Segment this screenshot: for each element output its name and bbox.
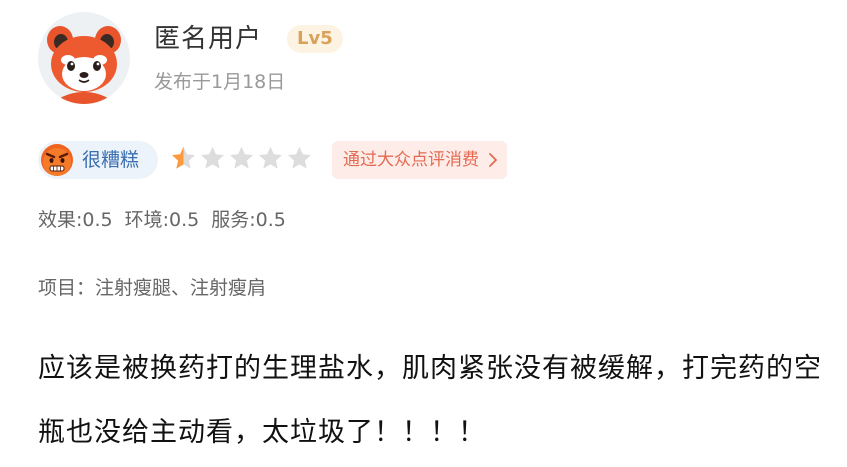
star-icon xyxy=(259,146,282,169)
star-icon xyxy=(230,146,253,169)
star-icon xyxy=(172,146,195,169)
review-text[interactable]: 应该是被换药打的生理盐水，肌肉紧张没有被缓解，打完药的空瓶也没给主动看，太垃圾了… xyxy=(38,337,838,465)
score-effect: 效果:0.5 xyxy=(38,209,113,231)
project-info: 项目：注射瘦腿、注射瘦肩 xyxy=(38,277,267,299)
username[interactable]: 匿名用户 xyxy=(154,21,262,57)
score-service: 服务:0.5 xyxy=(211,209,286,231)
user-avatar[interactable] xyxy=(38,12,130,104)
post-date: 发布于1月18日 xyxy=(154,71,286,93)
mood-label: 很糟糕 xyxy=(82,149,140,171)
chevron-right-icon xyxy=(489,153,497,167)
red-panda-icon xyxy=(47,26,121,104)
level-badge: Lv5 xyxy=(287,25,343,53)
review-source-link[interactable]: 通过大众点评消费 xyxy=(332,141,507,179)
rating-row: 很糟糕 通过大众点评消费 xyxy=(38,140,828,180)
mood-tag: 很糟糕 xyxy=(38,141,158,179)
score-environment: 环境:0.5 xyxy=(124,209,200,231)
sub-scores: 效果:0.5 环境:0.5 服务:0.5 xyxy=(38,205,298,235)
star-icon xyxy=(288,146,311,169)
star-icon xyxy=(201,146,224,169)
angry-face-icon xyxy=(41,144,73,176)
review-source-label: 通过大众点评消费 xyxy=(343,150,479,170)
